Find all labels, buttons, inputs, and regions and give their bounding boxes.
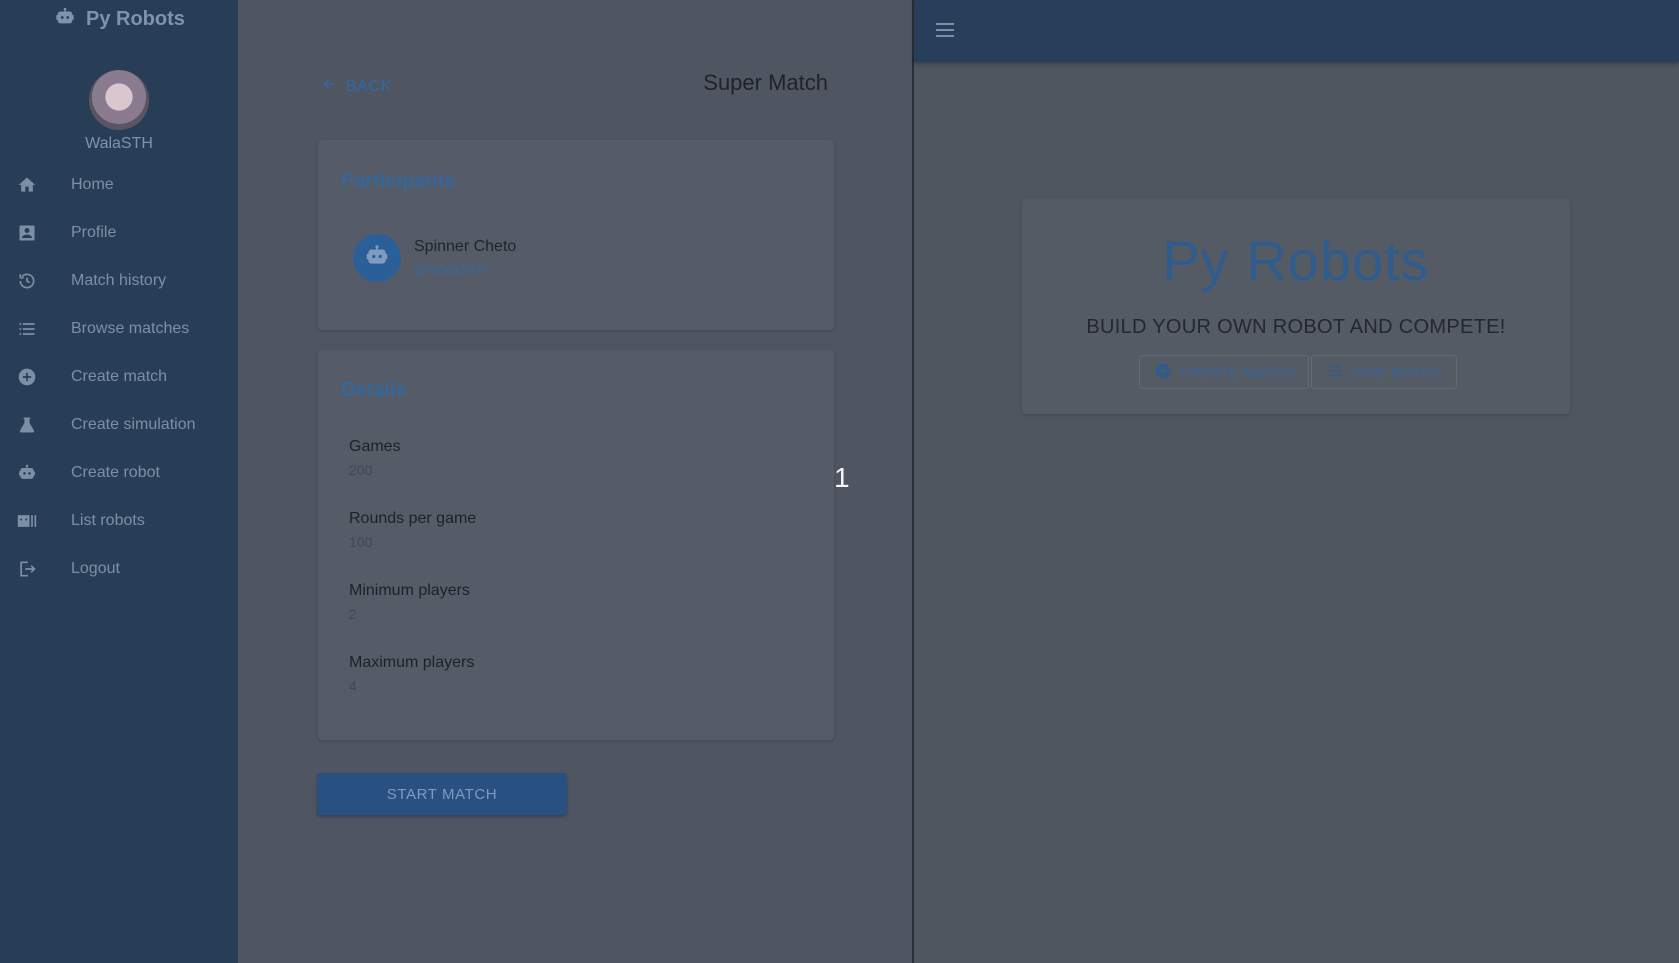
robot-list-icon (16, 510, 38, 532)
sidebar-item-create-match[interactable]: Create match (0, 353, 238, 401)
list-icon (16, 318, 38, 340)
sidebar-item-label: Home (71, 176, 114, 193)
logout-icon (16, 558, 38, 580)
create-match-label: CREATE MATCH (1180, 364, 1295, 380)
back-button[interactable]: BACK (322, 76, 392, 97)
detail-minimum-players: Minimum players 2 (349, 582, 470, 622)
detail-value: 2 (349, 606, 357, 622)
detail-label: Games (349, 438, 401, 455)
start-match-button[interactable]: START MATCH (317, 773, 567, 815)
sidebar-item-label: Profile (71, 224, 117, 241)
participant-robot-name: Spinner Cheto (414, 238, 517, 255)
detail-value: 100 (349, 534, 373, 550)
create-match-button[interactable]: CREATE MATCH (1139, 355, 1310, 389)
add-circle-icon (1154, 362, 1172, 383)
participants-card: Participants Spinner Cheto @WalaSTH (318, 140, 834, 330)
robot-logo-icon (54, 6, 76, 33)
detail-value: 4 (349, 678, 357, 694)
detail-value: 200 (349, 462, 373, 478)
app-bar (914, 0, 1679, 62)
sidebar: Py Robots WalaSTH Home Profile Match his… (0, 0, 238, 963)
hero-subtitle: BUILD YOUR OWN ROBOT AND COMPETE! (1086, 316, 1506, 338)
sidebar-item-match-history[interactable]: Match history (0, 257, 238, 305)
find-match-label: FIND MATCH (1352, 364, 1443, 380)
sidebar-item-label: List robots (71, 512, 145, 529)
sidebar-item-label: Match history (71, 272, 167, 289)
brand-name: Py Robots (86, 7, 185, 30)
history-icon (16, 270, 38, 292)
participants-heading: Participants (341, 170, 456, 192)
detail-games: Games 200 (349, 438, 401, 478)
participant-avatar[interactable] (353, 234, 401, 282)
hero-card: Py Robots BUILD YOUR OWN ROBOT AND COMPE… (1022, 198, 1570, 414)
sidebar-item-label: Create match (71, 368, 168, 385)
robot-icon (364, 243, 390, 274)
sidebar-item-label: Create robot (71, 464, 160, 481)
match-detail: BACK Super Match Participants Spinner Ch… (238, 0, 912, 963)
sidebar-item-create-robot[interactable]: Create robot (0, 449, 238, 497)
sidebar-item-list-robots[interactable]: List robots (0, 497, 238, 545)
username: WalaSTH (85, 135, 153, 152)
sidebar-item-profile[interactable]: Profile (0, 209, 238, 257)
sidebar-item-label: Create simulation (71, 416, 196, 433)
hero-title: Py Robots (1162, 229, 1430, 292)
sidebar-item-label: Browse matches (71, 320, 190, 337)
detail-label: Maximum players (349, 654, 475, 671)
add-circle-icon (16, 366, 38, 388)
home-icon (16, 174, 38, 196)
sidebar-item-create-simulation[interactable]: Create simulation (0, 401, 238, 449)
participant-handle[interactable]: @WalaSTH (414, 261, 488, 277)
sidebar-item-browse-matches[interactable]: Browse matches (0, 305, 238, 353)
sidebar-item-label: Logout (71, 560, 120, 577)
sidebar-nav: Home Profile Match history Browse matche… (0, 161, 238, 593)
flask-icon (16, 414, 38, 436)
avatar[interactable] (89, 70, 149, 130)
match-window: Py Robots WalaSTH Home Profile Match his… (0, 0, 912, 963)
detail-label: Minimum players (349, 582, 470, 599)
menu-button[interactable] (934, 20, 958, 42)
detail-label: Rounds per game (349, 510, 477, 527)
list-icon (1326, 362, 1344, 383)
page-title: Super Match (703, 70, 828, 95)
home-window: Py Robots BUILD YOUR OWN ROBOT AND COMPE… (914, 0, 1679, 963)
detail-maximum-players: Maximum players 4 (349, 654, 474, 694)
arrow-left-icon (322, 76, 338, 97)
sidebar-item-logout[interactable]: Logout (0, 545, 238, 593)
overlay-number: 1 (834, 462, 850, 493)
details-heading: Details (341, 379, 407, 401)
profile-icon (16, 222, 38, 244)
detail-rounds-per-game: Rounds per game 100 (349, 510, 476, 550)
robot-icon (16, 462, 38, 484)
sidebar-item-home[interactable]: Home (0, 161, 238, 209)
details-card: Details Games 200 Rounds per game 100 Mi… (318, 350, 834, 740)
back-label: BACK (346, 77, 392, 95)
brand[interactable]: Py Robots (54, 6, 185, 32)
find-match-button[interactable]: FIND MATCH (1311, 355, 1458, 389)
